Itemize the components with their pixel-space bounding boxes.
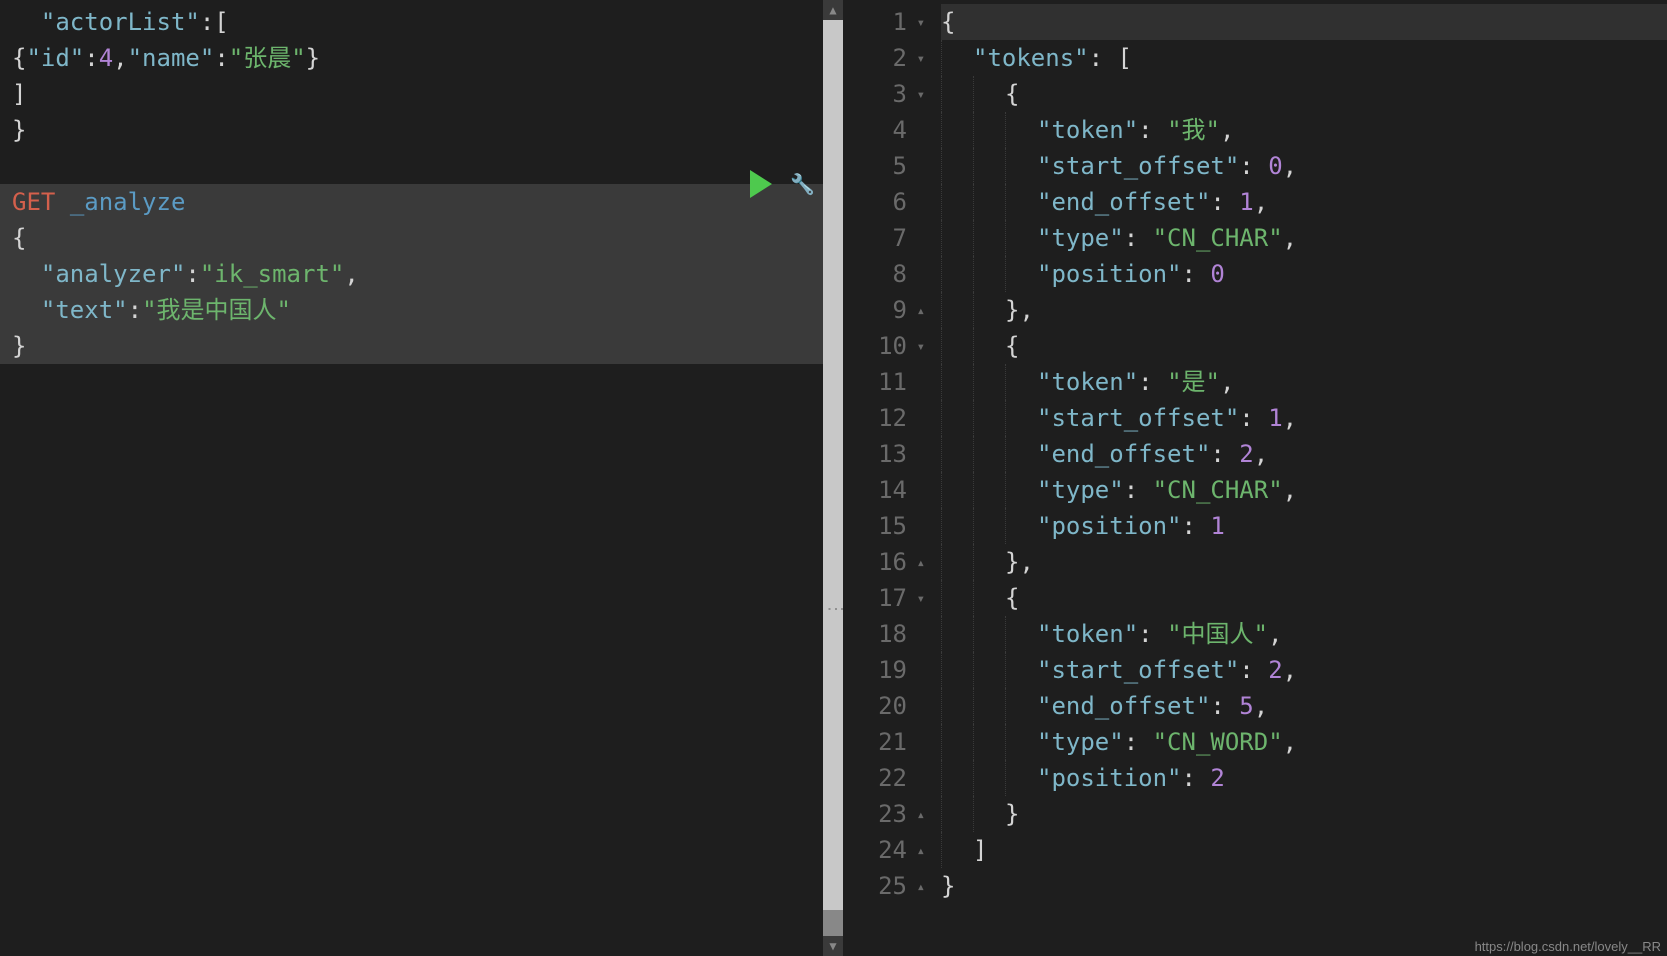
line-number: 11 (843, 364, 925, 400)
response-line[interactable]: "type": "CN_CHAR", (941, 472, 1667, 508)
response-line[interactable]: "end_offset": 2, (941, 436, 1667, 472)
response-line[interactable]: "token": "是", (941, 364, 1667, 400)
response-line[interactable]: { (941, 4, 1667, 40)
response-line[interactable]: } (941, 796, 1667, 832)
scrollbar-track[interactable] (823, 20, 843, 936)
fold-icon[interactable]: ▾ (911, 5, 925, 41)
fold-icon[interactable]: ▾ (911, 77, 925, 113)
fold-icon[interactable] (911, 185, 925, 221)
request-line[interactable]: { (0, 220, 823, 256)
line-number: 3▾ (843, 76, 925, 112)
scroll-up-icon[interactable]: ▲ (823, 0, 843, 20)
line-number-gutter: 1▾2▾3▾4 5 6 7 8 9▴10▾11 12 13 14 15 16▴1… (843, 0, 933, 956)
line-number: 24▴ (843, 832, 925, 868)
fold-icon[interactable] (911, 761, 925, 797)
response-line[interactable]: "position": 0 (941, 256, 1667, 292)
request-line[interactable]: } (0, 328, 823, 364)
line-number: 20 (843, 688, 925, 724)
fold-icon[interactable] (911, 725, 925, 761)
line-number: 23▴ (843, 796, 925, 832)
request-editor-code[interactable]: "actorList":[{"id":4,"name":"张晨"}]} GET … (0, 0, 823, 956)
line-number: 8 (843, 256, 925, 292)
response-line[interactable]: } (941, 868, 1667, 904)
line-number: 13 (843, 436, 925, 472)
line-number: 9▴ (843, 292, 925, 328)
response-line[interactable]: { (941, 328, 1667, 364)
fold-icon[interactable] (911, 509, 925, 545)
response-line[interactable]: "position": 2 (941, 760, 1667, 796)
response-line[interactable]: { (941, 580, 1667, 616)
response-line[interactable]: "end_offset": 5, (941, 688, 1667, 724)
request-line[interactable]: "analyzer":"ik_smart", (0, 256, 823, 292)
fold-icon[interactable] (911, 149, 925, 185)
response-line[interactable]: "position": 1 (941, 508, 1667, 544)
response-line[interactable]: ] (941, 832, 1667, 868)
response-line[interactable]: "token": "中国人", (941, 616, 1667, 652)
response-line[interactable]: "type": "CN_WORD", (941, 724, 1667, 760)
line-number: 12 (843, 400, 925, 436)
request-line[interactable] (12, 148, 823, 184)
line-number: 19 (843, 652, 925, 688)
fold-icon[interactable] (911, 653, 925, 689)
fold-icon[interactable] (911, 689, 925, 725)
line-number: 21 (843, 724, 925, 760)
fold-icon[interactable]: ▴ (911, 293, 925, 329)
response-code[interactable]: {"tokens": [{"token": "我","start_offset"… (933, 0, 1667, 956)
response-line[interactable]: "end_offset": 1, (941, 184, 1667, 220)
fold-icon[interactable] (911, 365, 925, 401)
fold-icon[interactable] (911, 257, 925, 293)
fold-icon[interactable]: ▾ (911, 329, 925, 365)
request-line[interactable]: GET _analyze (0, 184, 823, 220)
line-number: 25▴ (843, 868, 925, 904)
run-query-button[interactable] (750, 170, 772, 198)
fold-icon[interactable] (911, 401, 925, 437)
fold-icon[interactable]: ▴ (911, 833, 925, 869)
request-line[interactable]: {"id":4,"name":"张晨"} (12, 40, 823, 76)
response-panel: 1▾2▾3▾4 5 6 7 8 9▴10▾11 12 13 14 15 16▴1… (843, 0, 1667, 956)
line-number: 5 (843, 148, 925, 184)
line-number: 2▾ (843, 40, 925, 76)
line-number: 14 (843, 472, 925, 508)
line-number: 16▴ (843, 544, 925, 580)
response-line[interactable]: { (941, 76, 1667, 112)
response-line[interactable]: "type": "CN_CHAR", (941, 220, 1667, 256)
response-line[interactable]: "start_offset": 0, (941, 148, 1667, 184)
watermark-text: https://blog.csdn.net/lovely__RR (1475, 939, 1661, 954)
line-number: 22 (843, 760, 925, 796)
fold-icon[interactable] (911, 113, 925, 149)
fold-icon[interactable]: ▴ (911, 869, 925, 905)
response-line[interactable]: "start_offset": 2, (941, 652, 1667, 688)
fold-icon[interactable] (911, 437, 925, 473)
fold-icon[interactable]: ▴ (911, 545, 925, 581)
fold-icon[interactable]: ▾ (911, 581, 925, 617)
response-line[interactable]: "tokens": [ (941, 40, 1667, 76)
response-line[interactable]: "start_offset": 1, (941, 400, 1667, 436)
fold-icon[interactable] (911, 221, 925, 257)
line-number: 4 (843, 112, 925, 148)
line-number: 7 (843, 220, 925, 256)
fold-icon[interactable]: ▴ (911, 797, 925, 833)
response-line[interactable]: }, (941, 544, 1667, 580)
response-line[interactable]: "token": "我", (941, 112, 1667, 148)
fold-icon[interactable]: ▾ (911, 41, 925, 77)
request-line[interactable]: "text":"我是中国人" (0, 292, 823, 328)
request-line[interactable]: "actorList":[ (12, 4, 823, 40)
request-line[interactable]: ] (12, 76, 823, 112)
fold-icon[interactable] (911, 617, 925, 653)
line-number: 17▾ (843, 580, 925, 616)
response-line[interactable]: }, (941, 292, 1667, 328)
fold-icon[interactable] (911, 473, 925, 509)
line-number: 1▾ (843, 4, 925, 40)
request-editor-panel[interactable]: "actorList":[{"id":4,"name":"张晨"}]} GET … (0, 0, 843, 956)
line-number: 6 (843, 184, 925, 220)
line-number: 15 (843, 508, 925, 544)
wrench-icon[interactable]: 🔧 (790, 172, 815, 196)
request-action-buttons: 🔧 (750, 170, 815, 198)
line-number: 10▾ (843, 328, 925, 364)
line-number: 18 (843, 616, 925, 652)
request-line[interactable]: } (12, 112, 823, 148)
left-scrollbar[interactable]: ▲ ▼ (823, 0, 843, 956)
scroll-down-icon[interactable]: ▼ (823, 936, 843, 956)
scrollbar-thumb[interactable] (823, 910, 843, 936)
